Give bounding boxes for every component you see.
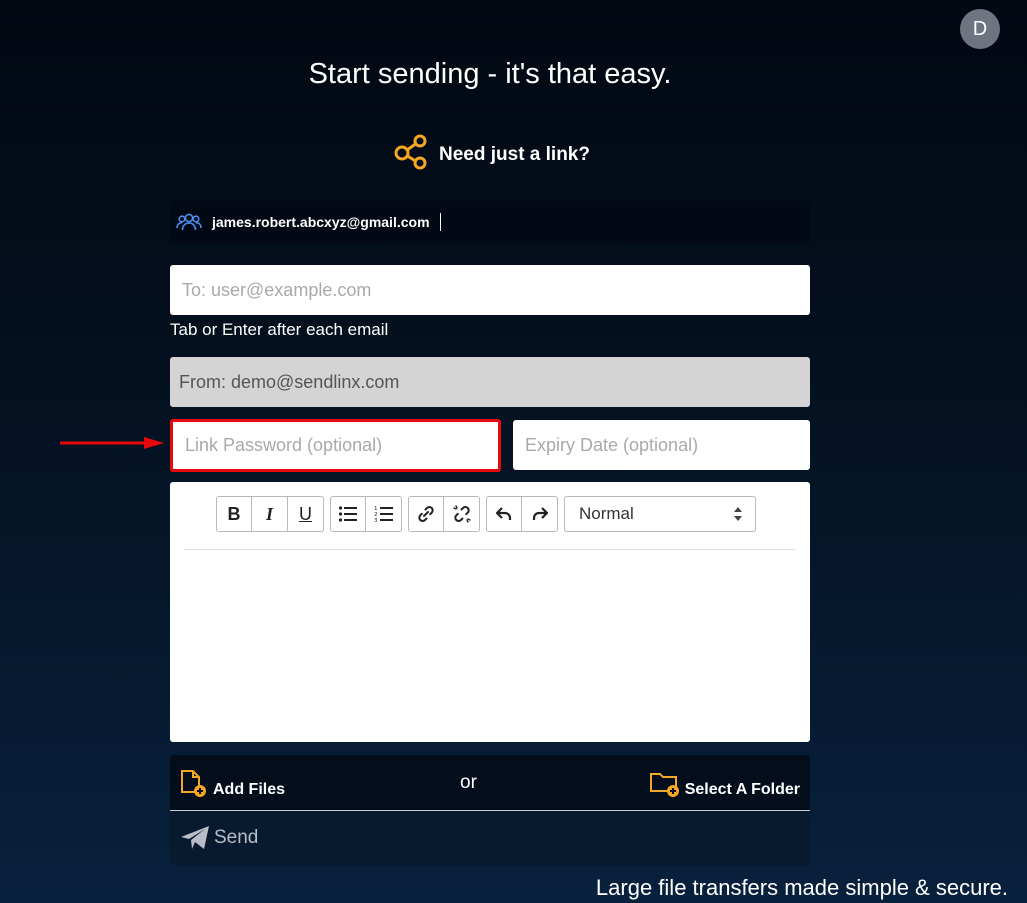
share-icon [393,133,431,177]
account-email: james.robert.abcxyz@gmail.com [212,214,430,230]
bullet-list-button[interactable] [330,496,366,532]
bullet-list-icon [338,506,357,522]
bold-button[interactable]: B [216,496,252,532]
message-editor[interactable]: B I U 123 Normal [170,482,810,742]
send-label: Send [214,827,259,848]
add-files-label: Add Files [213,781,286,798]
unlink-icon [452,505,471,523]
file-picker-bar: Add Files or Select A Folder [170,755,810,811]
footer-tagline: Large file transfers made simple & secur… [595,875,1008,900]
from-field: From: demo@sendlinx.com [170,357,810,407]
undo-icon [495,507,512,520]
format-select[interactable]: Normal [564,496,756,532]
user-avatar[interactable]: D [960,9,1000,49]
avatar-initial: D [972,17,988,40]
underline-button[interactable]: U [288,496,324,532]
editor-toolbar: B I U 123 Normal [216,496,756,532]
add-file-icon [181,770,206,797]
numbered-list-icon: 123 [374,506,393,523]
add-files-button[interactable]: Add Files [179,769,285,799]
format-select-value: Normal [579,504,634,523]
page-title: Start sending - it's that easy. [308,58,672,90]
italic-button[interactable]: I [252,496,288,532]
need-link-button[interactable]: Need just a link? [393,133,590,177]
users-icon [176,211,202,233]
select-arrows-icon [734,507,742,521]
to-email-input[interactable] [170,265,810,315]
or-separator: or [460,772,477,793]
redo-button[interactable] [522,496,558,532]
add-folder-icon [649,773,679,797]
need-link-label: Need just a link? [439,144,590,165]
expiry-date-input[interactable] [513,420,810,470]
redo-icon [532,507,548,520]
from-text: From: demo@sendlinx.com [179,371,400,392]
link-icon [418,506,434,522]
link-button[interactable] [408,496,444,532]
select-folder-button[interactable]: Select A Folder [649,769,800,799]
account-selector[interactable]: james.robert.abcxyz@gmail.com [170,201,810,243]
paper-plane-icon [180,825,210,851]
undo-button[interactable] [486,496,522,532]
send-button[interactable]: Send [170,811,810,865]
link-password-input[interactable] [170,419,501,472]
editor-divider [184,549,796,550]
to-hint: Tab or Enter after each email [170,320,389,339]
svg-text:3: 3 [374,518,378,523]
select-folder-label: Select A Folder [684,781,800,798]
numbered-list-button[interactable]: 123 [366,496,402,532]
unlink-button[interactable] [444,496,480,532]
red-arrow-annotation [60,437,164,449]
text-caret [439,213,441,231]
